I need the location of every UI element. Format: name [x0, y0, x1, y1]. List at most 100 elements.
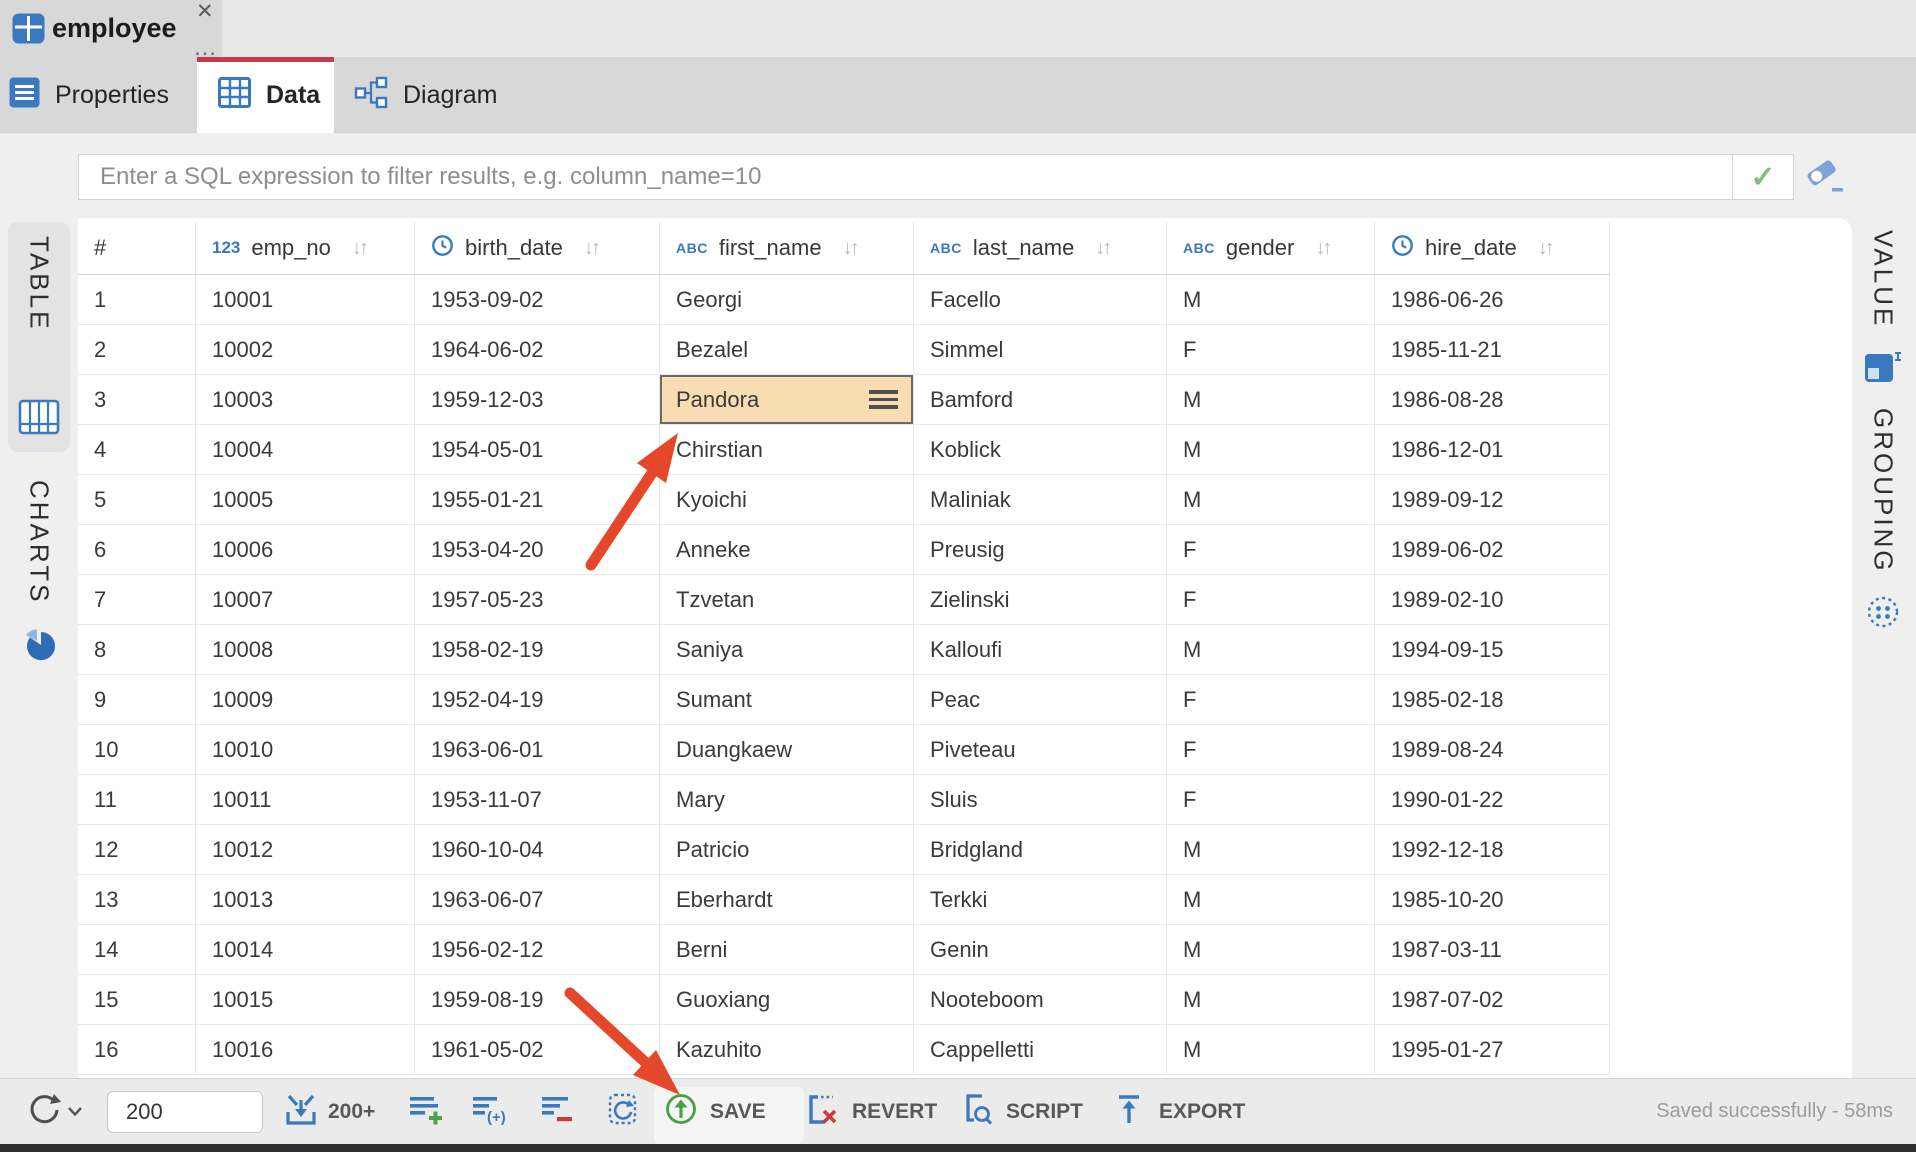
cell-birth_date[interactable]: 1963-06-07	[415, 875, 660, 925]
cell-first_name[interactable]: Anneke	[660, 525, 914, 575]
cell-first_name[interactable]: Eberhardt	[660, 875, 914, 925]
column-header-first_name[interactable]: ABCfirst_name↓↑	[660, 222, 914, 275]
cell-gender[interactable]: M	[1167, 425, 1375, 475]
sql-filter-input[interactable]	[78, 154, 1732, 200]
cell-birth_date[interactable]: 1957-05-23	[415, 575, 660, 625]
apply-filter-button[interactable]: ✓	[1732, 154, 1794, 200]
cell-emp_no[interactable]: 10012	[196, 825, 415, 875]
cell-birth_date[interactable]: 1959-08-19	[415, 975, 660, 1025]
column-header-row-number[interactable]: #	[78, 222, 196, 275]
cell-last_name[interactable]: Facello	[914, 275, 1167, 325]
cell-gender[interactable]: M	[1167, 375, 1375, 425]
cell-hire_date[interactable]: 1986-06-26	[1375, 275, 1610, 325]
cell-emp_no[interactable]: 10010	[196, 725, 415, 775]
cell-last_name[interactable]: Nooteboom	[914, 975, 1167, 1025]
row-number-cell[interactable]: 4	[78, 425, 196, 475]
cell-gender[interactable]: M	[1167, 475, 1375, 525]
cell-emp_no[interactable]: 10015	[196, 975, 415, 1025]
tab-properties[interactable]: Properties	[0, 57, 197, 133]
row-number-cell[interactable]: 12	[78, 825, 196, 875]
cell-birth_date[interactable]: 1958-02-19	[415, 625, 660, 675]
panel-tab-value[interactable]: VALUE	[1856, 230, 1910, 389]
cell-hire_date[interactable]: 1994-09-15	[1375, 625, 1610, 675]
cell-editor-menu-icon[interactable]	[869, 390, 898, 409]
cell-hire_date[interactable]: 1985-02-18	[1375, 675, 1610, 725]
cell-hire_date[interactable]: 1995-01-27	[1375, 1025, 1610, 1075]
cell-last_name[interactable]: Bridgland	[914, 825, 1167, 875]
add-row-button[interactable]	[402, 1079, 450, 1144]
column-header-birth_date[interactable]: birth_date↓↑	[415, 222, 660, 275]
cell-birth_date[interactable]: 1954-05-01	[415, 425, 660, 475]
cell-last_name[interactable]: Zielinski	[914, 575, 1167, 625]
cell-emp_no[interactable]: 10003	[196, 375, 415, 425]
cell-gender[interactable]: M	[1167, 875, 1375, 925]
clear-filter-button[interactable]	[1799, 155, 1849, 200]
close-icon[interactable]: ✕	[196, 1, 214, 23]
cell-birth_date[interactable]: 1964-06-02	[415, 325, 660, 375]
cell-birth_date[interactable]: 1961-05-02	[415, 1025, 660, 1075]
cell-emp_no[interactable]: 10008	[196, 625, 415, 675]
cell-gender[interactable]: M	[1167, 275, 1375, 325]
refresh-button[interactable]	[20, 1079, 86, 1144]
column-header-last_name[interactable]: ABClast_name↓↑	[914, 222, 1167, 275]
cell-hire_date[interactable]: 1989-08-24	[1375, 725, 1610, 775]
presentation-tab-charts[interactable]: CHARTS	[8, 480, 70, 669]
cell-hire_date[interactable]: 1985-11-21	[1375, 325, 1610, 375]
row-number-cell[interactable]: 13	[78, 875, 196, 925]
cell-emp_no[interactable]: 10016	[196, 1025, 415, 1075]
save-button[interactable]: SAVE	[664, 1079, 766, 1144]
cell-gender[interactable]: M	[1167, 625, 1375, 675]
cell-first_name[interactable]: Berni	[660, 925, 914, 975]
selected-cell-first_name[interactable]: Pandora	[660, 375, 914, 425]
tab-data[interactable]: Data	[197, 57, 334, 133]
refresh-document-button[interactable]	[600, 1079, 648, 1144]
cell-last_name[interactable]: Cappelletti	[914, 1025, 1167, 1075]
cell-first_name[interactable]: Tzvetan	[660, 575, 914, 625]
row-number-cell[interactable]: 7	[78, 575, 196, 625]
cell-birth_date[interactable]: 1952-04-19	[415, 675, 660, 725]
cell-last_name[interactable]: Genin	[914, 925, 1167, 975]
duplicate-row-button[interactable]: (+)	[466, 1079, 514, 1144]
column-header-hire_date[interactable]: hire_date↓↑	[1375, 222, 1610, 275]
cell-birth_date[interactable]: 1963-06-01	[415, 725, 660, 775]
cell-gender[interactable]: M	[1167, 925, 1375, 975]
cell-emp_no[interactable]: 10005	[196, 475, 415, 525]
row-number-cell[interactable]: 9	[78, 675, 196, 725]
cell-emp_no[interactable]: 10002	[196, 325, 415, 375]
cell-emp_no[interactable]: 10011	[196, 775, 415, 825]
fetch-more-button[interactable]: 200+	[283, 1079, 375, 1144]
row-number-cell[interactable]: 14	[78, 925, 196, 975]
row-number-cell[interactable]: 8	[78, 625, 196, 675]
row-number-cell[interactable]: 6	[78, 525, 196, 575]
fetch-size-input[interactable]	[107, 1091, 263, 1133]
cell-hire_date[interactable]: 1985-10-20	[1375, 875, 1610, 925]
cell-emp_no[interactable]: 10001	[196, 275, 415, 325]
cell-gender[interactable]: F	[1167, 575, 1375, 625]
cell-gender[interactable]: M	[1167, 825, 1375, 875]
cell-hire_date[interactable]: 1989-09-12	[1375, 475, 1610, 525]
cell-hire_date[interactable]: 1990-01-22	[1375, 775, 1610, 825]
cell-emp_no[interactable]: 10009	[196, 675, 415, 725]
cell-last_name[interactable]: Preusig	[914, 525, 1167, 575]
row-number-cell[interactable]: 15	[78, 975, 196, 1025]
presentation-tab-table[interactable]: TABLE	[8, 222, 70, 452]
row-number-cell[interactable]: 1	[78, 275, 196, 325]
cell-gender[interactable]: F	[1167, 525, 1375, 575]
cell-birth_date[interactable]: 1953-11-07	[415, 775, 660, 825]
cell-hire_date[interactable]: 1989-06-02	[1375, 525, 1610, 575]
tab-diagram[interactable]: Diagram	[334, 57, 545, 133]
cell-hire_date[interactable]: 1987-07-02	[1375, 975, 1610, 1025]
cell-first_name[interactable]: Chirstian	[660, 425, 914, 475]
editor-tab-employee[interactable]: employee ✕ …	[0, 0, 222, 57]
row-number-cell[interactable]: 2	[78, 325, 196, 375]
cell-birth_date[interactable]: 1953-04-20	[415, 525, 660, 575]
cell-last_name[interactable]: Piveteau	[914, 725, 1167, 775]
cell-hire_date[interactable]: 1992-12-18	[1375, 825, 1610, 875]
cell-gender[interactable]: F	[1167, 775, 1375, 825]
cell-last_name[interactable]: Kalloufi	[914, 625, 1167, 675]
cell-emp_no[interactable]: 10013	[196, 875, 415, 925]
export-button[interactable]: EXPORT	[1112, 1079, 1245, 1144]
cell-first_name[interactable]: Duangkaew	[660, 725, 914, 775]
cell-birth_date[interactable]: 1956-02-12	[415, 925, 660, 975]
panel-tab-grouping[interactable]: GROUPING	[1856, 408, 1910, 635]
